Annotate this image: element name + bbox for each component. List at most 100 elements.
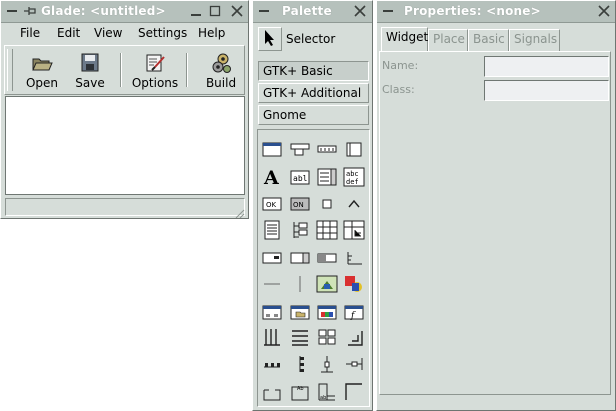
properties-title: Properties: <none> bbox=[404, 4, 541, 18]
options-icon bbox=[143, 51, 167, 75]
maximize-icon[interactable] bbox=[208, 4, 222, 18]
gears-icon bbox=[209, 51, 233, 75]
dialog-widget-icon[interactable] bbox=[261, 302, 283, 322]
tab-basic[interactable]: Basic bbox=[468, 29, 509, 51]
spin-button-widget-icon[interactable] bbox=[289, 248, 311, 268]
tree-widget-icon[interactable] bbox=[289, 220, 311, 240]
class-field[interactable] bbox=[484, 80, 609, 101]
menu-file[interactable]: File bbox=[20, 26, 40, 40]
open-button[interactable]: Open bbox=[25, 51, 59, 90]
name-field[interactable] bbox=[484, 56, 609, 77]
save-button[interactable]: Save bbox=[73, 51, 107, 90]
label-widget-icon[interactable]: A bbox=[261, 167, 283, 187]
class-label: Class: bbox=[382, 83, 415, 96]
svg-text:abl: abl bbox=[293, 174, 308, 183]
glade-window-title: Glade: <untitled> bbox=[41, 4, 166, 18]
toggle-button-widget-icon[interactable]: ON bbox=[289, 194, 311, 214]
color-selection-widget-icon[interactable] bbox=[316, 302, 338, 322]
build-label: Build bbox=[205, 76, 237, 90]
window-menu-icon[interactable] bbox=[257, 4, 271, 18]
grid-widget-icon[interactable] bbox=[316, 327, 338, 347]
drawing-area-widget-icon[interactable] bbox=[343, 274, 365, 294]
palette-group-gtk-basic[interactable]: GTK+ Basic bbox=[258, 61, 369, 81]
check-button-widget-icon[interactable] bbox=[316, 194, 338, 214]
button-widget-icon[interactable]: OK bbox=[261, 194, 283, 214]
statusbar bbox=[5, 198, 245, 216]
viewport-widget-icon[interactable] bbox=[343, 382, 365, 402]
project-tree[interactable] bbox=[5, 96, 245, 195]
menu-edit[interactable]: Edit bbox=[57, 26, 80, 40]
open-label: Open bbox=[25, 76, 59, 90]
save-label: Save bbox=[75, 76, 105, 90]
tab-place[interactable]: Place bbox=[428, 29, 468, 51]
menu-settings[interactable]: Settings bbox=[138, 26, 187, 40]
window-menu-icon[interactable] bbox=[381, 4, 395, 18]
toolbar-separator bbox=[120, 53, 122, 87]
menubar-widget-icon[interactable] bbox=[289, 139, 311, 159]
vbox-widget-icon[interactable] bbox=[289, 327, 311, 347]
tab-signals[interactable]: Signals bbox=[509, 29, 560, 51]
aspect-frame-widget-icon[interactable]: Ab bbox=[289, 382, 311, 402]
close-icon[interactable] bbox=[230, 4, 244, 18]
properties-window: Properties: <none> Widget Place Basic Si… bbox=[376, 0, 616, 411]
window-menu-icon[interactable] bbox=[5, 4, 19, 18]
selector-button[interactable] bbox=[258, 27, 282, 51]
hbutton-box-widget-icon[interactable] bbox=[261, 354, 283, 374]
vscale-widget-icon[interactable] bbox=[316, 354, 338, 374]
option-menu-widget-icon[interactable] bbox=[261, 248, 283, 268]
hseparator-widget-icon[interactable] bbox=[261, 274, 283, 294]
hscale-widget-icon[interactable] bbox=[343, 354, 365, 374]
svg-text:Ab: Ab bbox=[297, 386, 304, 392]
ruler-widget-icon[interactable] bbox=[343, 248, 365, 268]
palette-group-gnome[interactable]: Gnome bbox=[258, 105, 369, 125]
floppy-disk-icon bbox=[78, 51, 102, 75]
arrow-pointer-icon bbox=[263, 29, 277, 50]
text-widget-icon[interactable]: abc def bbox=[343, 167, 365, 187]
window-widget-icon[interactable] bbox=[261, 139, 283, 159]
palette-titlebar[interactable]: Palette bbox=[253, 1, 372, 23]
options-button[interactable]: Options bbox=[131, 51, 179, 90]
entry-widget-icon[interactable]: abl bbox=[289, 167, 311, 187]
glade-main-window: Glade: <untitled> File Edit View Setting… bbox=[0, 0, 249, 219]
hbox-widget-icon[interactable] bbox=[261, 327, 283, 347]
close-icon[interactable] bbox=[597, 4, 611, 18]
properties-panel bbox=[379, 51, 611, 395]
frame-widget-icon[interactable] bbox=[261, 382, 283, 402]
selector-label: Selector bbox=[286, 32, 336, 46]
properties-titlebar[interactable]: Properties: <none> bbox=[377, 1, 615, 23]
svg-text:A: A bbox=[263, 167, 279, 187]
minimize-icon[interactable] bbox=[189, 4, 203, 18]
palette-window: Palette Selector GTK+ Basic GTK+ Additio… bbox=[252, 0, 373, 411]
table-widget-icon[interactable] bbox=[316, 220, 338, 240]
tab-widget[interactable]: Widget bbox=[381, 27, 428, 52]
svg-text:ON: ON bbox=[293, 201, 304, 209]
palette-group-gtk-additional[interactable]: GTK+ Additional bbox=[258, 83, 369, 103]
handlebox-widget-icon[interactable] bbox=[343, 139, 365, 159]
svg-text:ab: ab bbox=[320, 395, 326, 401]
ctree-widget-icon[interactable] bbox=[343, 220, 365, 240]
font-selection-widget-icon[interactable]: f bbox=[343, 302, 365, 322]
resize-grip-icon[interactable] bbox=[233, 207, 245, 219]
svg-text:abc: abc bbox=[346, 170, 359, 178]
build-button[interactable]: Build bbox=[203, 51, 239, 90]
progress-widget-icon[interactable] bbox=[316, 248, 338, 268]
close-icon[interactable] bbox=[353, 4, 367, 18]
vbutton-box-widget-icon[interactable] bbox=[289, 354, 311, 374]
svg-text:OK: OK bbox=[266, 201, 277, 209]
glade-titlebar[interactable]: Glade: <untitled> bbox=[1, 1, 248, 23]
menu-help[interactable]: Help bbox=[198, 26, 225, 40]
toolbar-widget-icon[interactable] bbox=[316, 139, 338, 159]
pixmap-widget-icon[interactable] bbox=[316, 274, 338, 294]
combo-widget-icon[interactable] bbox=[316, 167, 338, 187]
vseparator-widget-icon[interactable] bbox=[289, 274, 311, 294]
svg-text:def: def bbox=[346, 178, 359, 186]
options-label: Options bbox=[131, 76, 179, 90]
clist-widget-icon[interactable] bbox=[261, 220, 283, 240]
radio-button-widget-icon[interactable] bbox=[343, 194, 365, 214]
file-selection-widget-icon[interactable] bbox=[289, 302, 311, 322]
fixed-widget-icon[interactable] bbox=[343, 327, 365, 347]
toolbar-handle[interactable] bbox=[7, 49, 13, 91]
paned-widget-icon[interactable]: ab bbox=[316, 382, 338, 402]
menu-view[interactable]: View bbox=[94, 26, 122, 40]
pin-icon[interactable] bbox=[23, 4, 37, 18]
